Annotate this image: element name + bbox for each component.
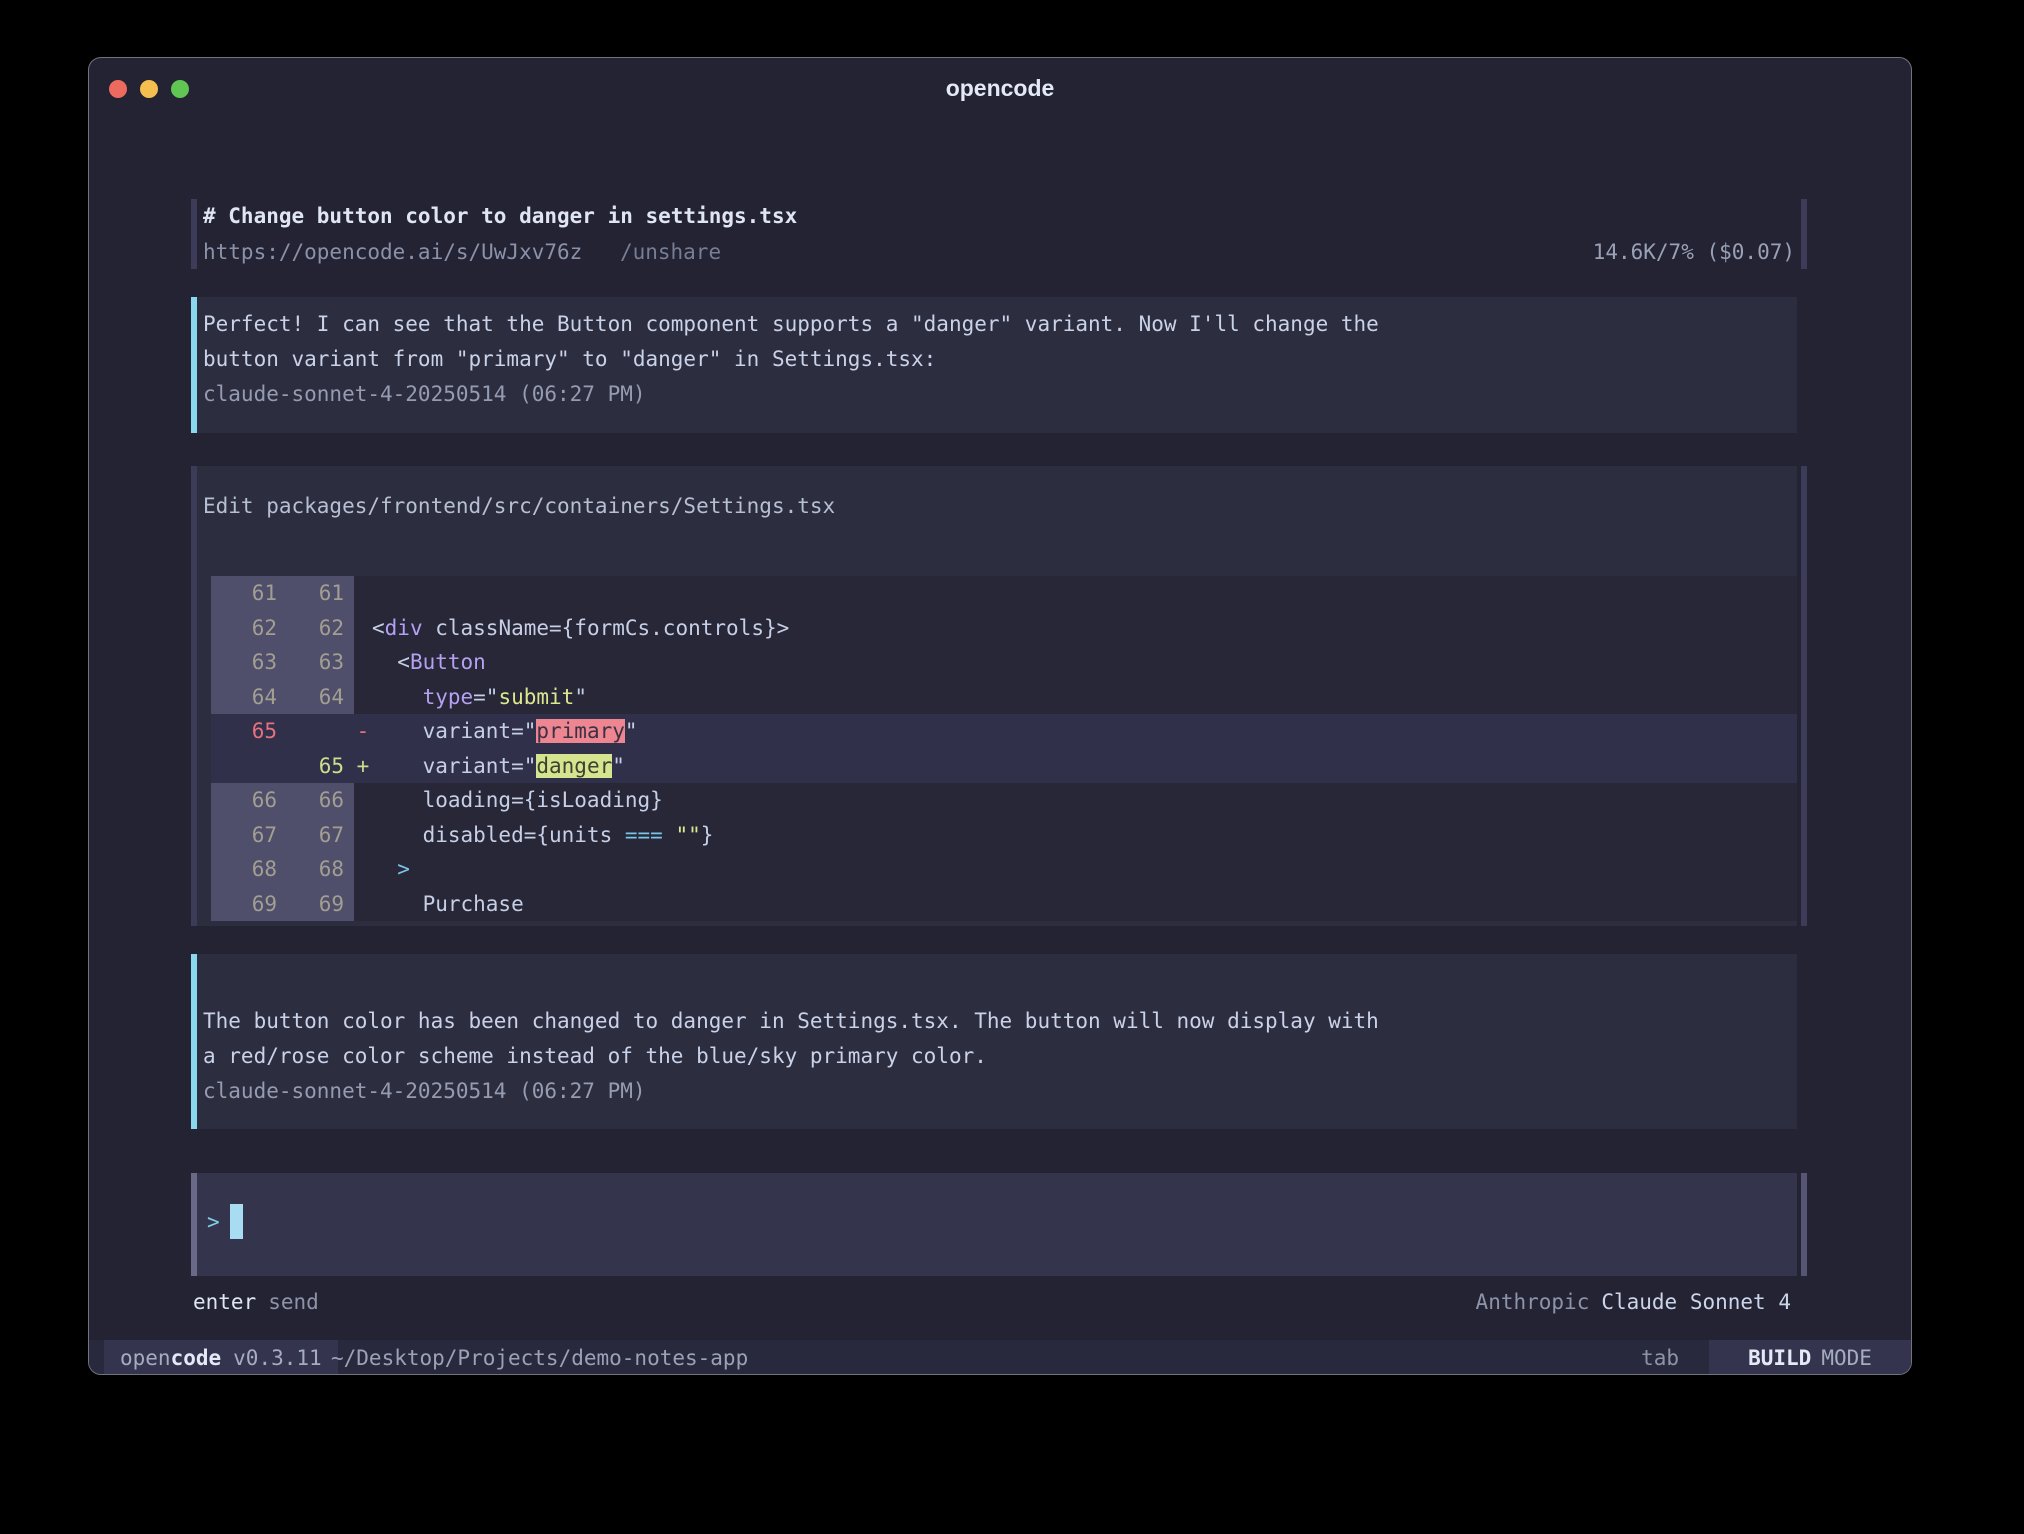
session-title: # Change button color to danger in setti… [203, 199, 797, 233]
new-line-number [277, 714, 354, 749]
diff-code-line [372, 576, 1797, 611]
diff-row: 6464 type="submit" [211, 680, 1797, 715]
working-directory: ~/Desktop/Projects/demo-notes-app [331, 1340, 748, 1375]
diff-code-line: > [372, 852, 1797, 887]
diff-row: 6666 loading={isLoading} [211, 783, 1797, 818]
diff-marker [354, 818, 372, 853]
diff-code-line: variant="primary" [372, 714, 1797, 749]
diff-marker: + [354, 749, 372, 784]
old-line-number: 64 [211, 680, 277, 715]
new-line-number: 66 [277, 783, 354, 818]
session-header-left-rail [191, 199, 197, 269]
app-version-chip: opencode v0.3.11 [104, 1340, 338, 1375]
old-line-number: 69 [211, 887, 277, 922]
send-hint: send [268, 1290, 319, 1314]
context-stats: 14.6K/7% ($0.07) [1593, 235, 1795, 269]
input-right-rail [1801, 1173, 1807, 1276]
mode-word: MODE [1821, 1346, 1872, 1370]
session-subrow: https://opencode.ai/s/UwJxv76z /unshare … [203, 235, 1795, 269]
prompt-input[interactable]: > [197, 1173, 1797, 1276]
edit-tool-block: Edit packages/frontend/src/containers/Se… [197, 466, 1797, 926]
diff-row: 6262 <div className={formCs.controls}> [211, 611, 1797, 646]
new-line-number: 67 [277, 818, 354, 853]
old-line-number: 61 [211, 576, 277, 611]
new-line-number: 68 [277, 852, 354, 887]
diff-row: 6161 [211, 576, 1797, 611]
mode-name: BUILD [1748, 1346, 1811, 1370]
app-version: v0.3.11 [233, 1346, 322, 1370]
diff-row: 65+ variant="danger" [211, 749, 1797, 784]
title-bar: opencode [89, 58, 1911, 118]
old-line-number: 65 [211, 714, 277, 749]
diff-code-line: loading={isLoading} [372, 783, 1797, 818]
app-name-code: code [171, 1346, 222, 1370]
diff-marker [354, 852, 372, 887]
diff-row: 6363 <Button [211, 645, 1797, 680]
diff-marker [354, 611, 372, 646]
session-header: # Change button color to danger in setti… [89, 199, 1911, 269]
diff-marker [354, 887, 372, 922]
diff-code-line: disabled={units === ""} [372, 818, 1797, 853]
message-accent-bar [191, 297, 197, 433]
message-meta: claude-sonnet-4-20250514 (06:27 PM) [203, 1074, 1797, 1109]
old-line-number: 66 [211, 783, 277, 818]
edit-block-left-rail [191, 466, 197, 926]
session-header-right-rail [1801, 199, 1807, 269]
prompt-symbol: > [207, 1210, 220, 1234]
old-line-number: 67 [211, 818, 277, 853]
diff-marker [354, 680, 372, 715]
diff-row: 6868 > [211, 852, 1797, 887]
old-line-number: 62 [211, 611, 277, 646]
diff-marker [354, 576, 372, 611]
share-url[interactable]: https://opencode.ai/s/UwJxv76z [203, 240, 582, 264]
enter-key-hint: enter [193, 1290, 256, 1314]
assistant-message: The button color has been changed to dan… [197, 954, 1797, 1129]
diff-marker: - [354, 714, 372, 749]
edit-file-title: Edit packages/frontend/src/containers/Se… [203, 494, 835, 518]
diff-view: 61616262 <div className={formCs.controls}… [211, 576, 1797, 921]
prompt-line: > [207, 1204, 243, 1239]
app-name-open: open [120, 1346, 171, 1370]
message-text: button variant from "primary" to "danger… [203, 342, 1797, 377]
assistant-message: Perfect! I can see that the Button compo… [197, 297, 1797, 433]
message-accent-bar [191, 954, 197, 1129]
diff-row: 6969 Purchase [211, 887, 1797, 922]
mode-chip[interactable]: BUILD MODE [1709, 1340, 1911, 1375]
message-meta: claude-sonnet-4-20250514 (06:27 PM) [203, 377, 1797, 412]
hint-row: enter send Anthropic Claude Sonnet 4 [193, 1286, 1793, 1318]
diff-marker [354, 645, 372, 680]
diff-code-line: variant="danger" [372, 749, 1797, 784]
diff-code-line: Purchase [372, 887, 1797, 922]
diff-code-line: <Button [372, 645, 1797, 680]
diff-row: 65 - variant="primary" [211, 714, 1797, 749]
window-title: opencode [89, 75, 1911, 102]
diff-row: 6767 disabled={units === ""} [211, 818, 1797, 853]
new-line-number: 61 [277, 576, 354, 611]
model-label[interactable]: Claude Sonnet 4 [1601, 1290, 1791, 1314]
opencode-window: opencode # Change button color to danger… [88, 57, 1912, 1375]
old-line-number: 68 [211, 852, 277, 887]
new-line-number: 63 [277, 645, 354, 680]
tab-key-hint: tab [1641, 1340, 1679, 1375]
new-line-number: 69 [277, 887, 354, 922]
diff-code-line: <div className={formCs.controls}> [372, 611, 1797, 646]
diff-code-line: type="submit" [372, 680, 1797, 715]
input-left-rail [191, 1173, 197, 1276]
status-bar: opencode v0.3.11 ~/Desktop/Projects/demo-… [89, 1340, 1911, 1375]
new-line-number: 62 [277, 611, 354, 646]
message-text: a red/rose color scheme instead of the b… [203, 1039, 1797, 1074]
text-cursor [230, 1204, 243, 1239]
new-line-number: 64 [277, 680, 354, 715]
unshare-command[interactable]: /unshare [620, 240, 721, 264]
provider-label: Anthropic [1476, 1290, 1590, 1314]
edit-block-right-rail [1801, 466, 1807, 926]
old-line-number: 63 [211, 645, 277, 680]
diff-marker [354, 783, 372, 818]
message-text: Perfect! I can see that the Button compo… [203, 307, 1797, 342]
new-line-number: 65 [277, 749, 354, 784]
message-text: The button color has been changed to dan… [203, 1004, 1797, 1039]
old-line-number [211, 749, 277, 784]
